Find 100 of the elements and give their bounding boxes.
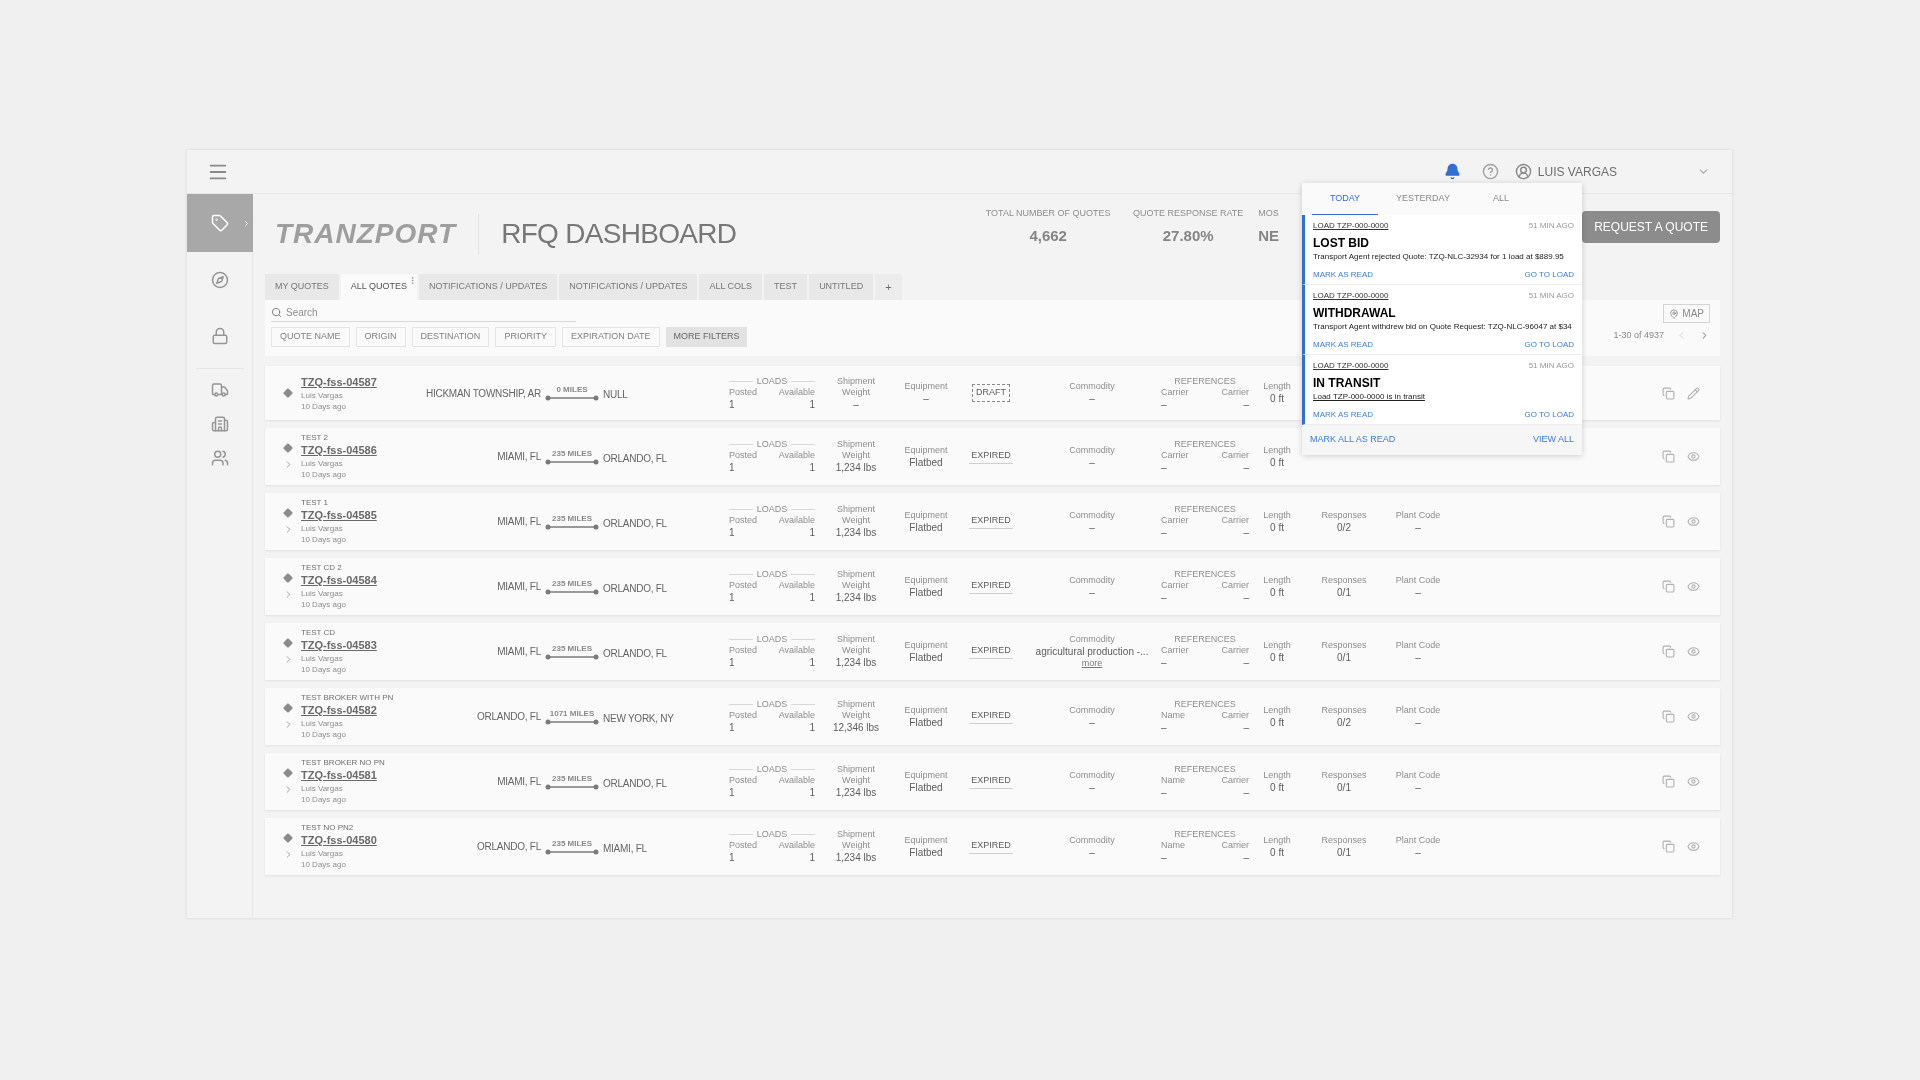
view-tab[interactable]: ALL QUOTES [340, 274, 418, 300]
field-value: – [853, 397, 859, 411]
field-label: REFERENCES [1173, 504, 1237, 515]
destination-city: ORLANDO, FL [603, 582, 667, 594]
diamond-icon[interactable] [283, 388, 293, 398]
field-label: Posted [729, 710, 758, 721]
add-tab-button[interactable]: + [875, 274, 902, 300]
field-label: Length [1263, 444, 1291, 456]
request-quote-button[interactable]: REQUEST A QUOTE [1582, 211, 1720, 243]
eye-icon[interactable] [1687, 645, 1700, 658]
notification-tab[interactable]: YESTERDAY [1390, 183, 1456, 215]
view-tab[interactable]: UNTITLED [809, 274, 874, 300]
eye-icon[interactable] [1687, 710, 1700, 723]
bell-icon[interactable] [1443, 163, 1461, 180]
copy-icon[interactable] [1662, 775, 1675, 788]
field-value: – [1089, 455, 1095, 469]
owner-name: Luis Vargas [301, 783, 344, 794]
route-miles: 235 MILES [552, 513, 592, 524]
filter-button[interactable]: MORE FILTERS [665, 327, 748, 347]
quote-id-link[interactable]: TZQ-fss-04582 [301, 703, 413, 718]
pencil-icon[interactable] [1687, 386, 1700, 400]
field-label: LOADS [756, 764, 788, 775]
view-tab[interactable]: NOTIFICATIONS / UPDATES [419, 274, 558, 300]
filter-button[interactable]: DESTINATION [411, 327, 490, 347]
quote-id-link[interactable]: TZQ-fss-04581 [301, 768, 413, 783]
diamond-icon[interactable] [283, 703, 293, 713]
diamond-icon[interactable] [283, 508, 293, 518]
quote-id-link[interactable]: TZQ-fss-04583 [301, 638, 413, 653]
filter-button[interactable]: EXPIRATION DATE [561, 327, 660, 347]
copy-icon[interactable] [1662, 580, 1675, 593]
map-button[interactable]: MAP [1663, 304, 1710, 323]
user-name[interactable]: LUIS VARGAS [1537, 162, 1617, 181]
quote-id-link[interactable]: TZQ-fss-04580 [301, 833, 413, 848]
filter-button[interactable]: QUOTE NAME [271, 327, 350, 347]
view-all-link[interactable]: VIEW ALL [1532, 433, 1574, 447]
eye-icon[interactable] [1687, 775, 1700, 788]
metric-value: 27.80% [1162, 225, 1214, 246]
quote-id-link[interactable]: TZQ-fss-04587 [301, 374, 413, 390]
quote-id-link[interactable]: TZQ-fss-04586 [301, 443, 413, 458]
view-tab[interactable]: MY QUOTES [265, 274, 339, 300]
field-label: Carrier [1221, 450, 1249, 461]
view-tab[interactable]: NOTIFICATIONS / UPDATES [559, 274, 698, 300]
mark-all-read-link[interactable]: MARK ALL AS READ [1310, 433, 1396, 447]
go-to-load-link[interactable]: GO TO LOAD [1524, 340, 1574, 350]
view-tab[interactable]: ALL COLS [699, 274, 763, 300]
copy-icon[interactable] [1662, 450, 1675, 463]
search-field[interactable]: Search [286, 305, 566, 320]
eye-icon[interactable] [1687, 840, 1700, 853]
load-link[interactable]: LOAD TZP-000-0000 [1313, 291, 1389, 301]
quote-title: TEST CD 2 [301, 563, 343, 573]
quote-title: TEST 2 [301, 433, 329, 443]
copy-icon[interactable] [1662, 840, 1675, 853]
copy-icon[interactable] [1662, 645, 1675, 658]
field-label: Plant Code [1395, 574, 1441, 586]
help-icon[interactable] [1481, 163, 1499, 180]
field-label: Responses [1321, 639, 1367, 651]
filter-button[interactable]: PRIORITY [495, 327, 556, 347]
copy-icon[interactable] [1662, 710, 1675, 723]
quote-age: 10 Days ago [301, 469, 347, 480]
quote-age: 10 Days ago [301, 534, 347, 545]
eye-icon[interactable] [1687, 450, 1700, 463]
field-label: Posted [729, 840, 758, 851]
notification-time: 51 MIN AGO [1528, 221, 1574, 231]
mark-as-read-link[interactable]: MARK AS READ [1313, 340, 1373, 350]
field-value: 1 [729, 591, 735, 604]
view-tab[interactable]: TEST [764, 274, 808, 300]
field-value: 0 ft [1270, 650, 1284, 664]
field-value: – [1243, 591, 1249, 604]
field-label: Length [1263, 509, 1291, 521]
mark-as-read-link[interactable]: MARK AS READ [1313, 270, 1373, 280]
more-link[interactable]: more [1081, 658, 1103, 669]
notification-title: IN TRANSIT [1313, 375, 1382, 392]
field-value: 0 ft [1270, 585, 1284, 599]
field-value: – [1415, 715, 1421, 729]
copy-icon[interactable] [1662, 386, 1675, 400]
sidebar-item[interactable] [187, 194, 253, 252]
diamond-icon[interactable] [283, 443, 293, 453]
quote-id-link[interactable]: TZQ-fss-04585 [301, 508, 413, 523]
field-value: 1 [809, 786, 815, 799]
go-to-load-link[interactable]: GO TO LOAD [1524, 410, 1574, 420]
eye-icon[interactable] [1687, 580, 1700, 593]
load-link[interactable]: LOAD TZP-000-0000 [1313, 221, 1389, 231]
quote-id-link[interactable]: TZQ-fss-04584 [301, 573, 413, 588]
diamond-icon[interactable] [283, 573, 293, 583]
filter-button[interactable]: ORIGIN [355, 327, 406, 347]
eye-icon[interactable] [1687, 515, 1700, 528]
diamond-icon[interactable] [283, 768, 293, 778]
mark-as-read-link[interactable]: MARK AS READ [1313, 410, 1373, 420]
destination-city: ORLANDO, FL [603, 517, 667, 529]
load-link[interactable]: LOAD TZP-000-0000 [1313, 361, 1389, 371]
field-label: Available [778, 450, 815, 461]
notification-tab[interactable]: ALL [1468, 183, 1534, 215]
user-avatar-icon[interactable] [1514, 163, 1532, 180]
field-label: REFERENCES [1173, 699, 1237, 710]
field-value: – [923, 392, 929, 405]
field-value: 1 [729, 786, 735, 799]
diamond-icon[interactable] [283, 638, 293, 648]
go-to-load-link[interactable]: GO TO LOAD [1524, 270, 1574, 280]
copy-icon[interactable] [1662, 515, 1675, 528]
diamond-icon[interactable] [283, 833, 293, 843]
